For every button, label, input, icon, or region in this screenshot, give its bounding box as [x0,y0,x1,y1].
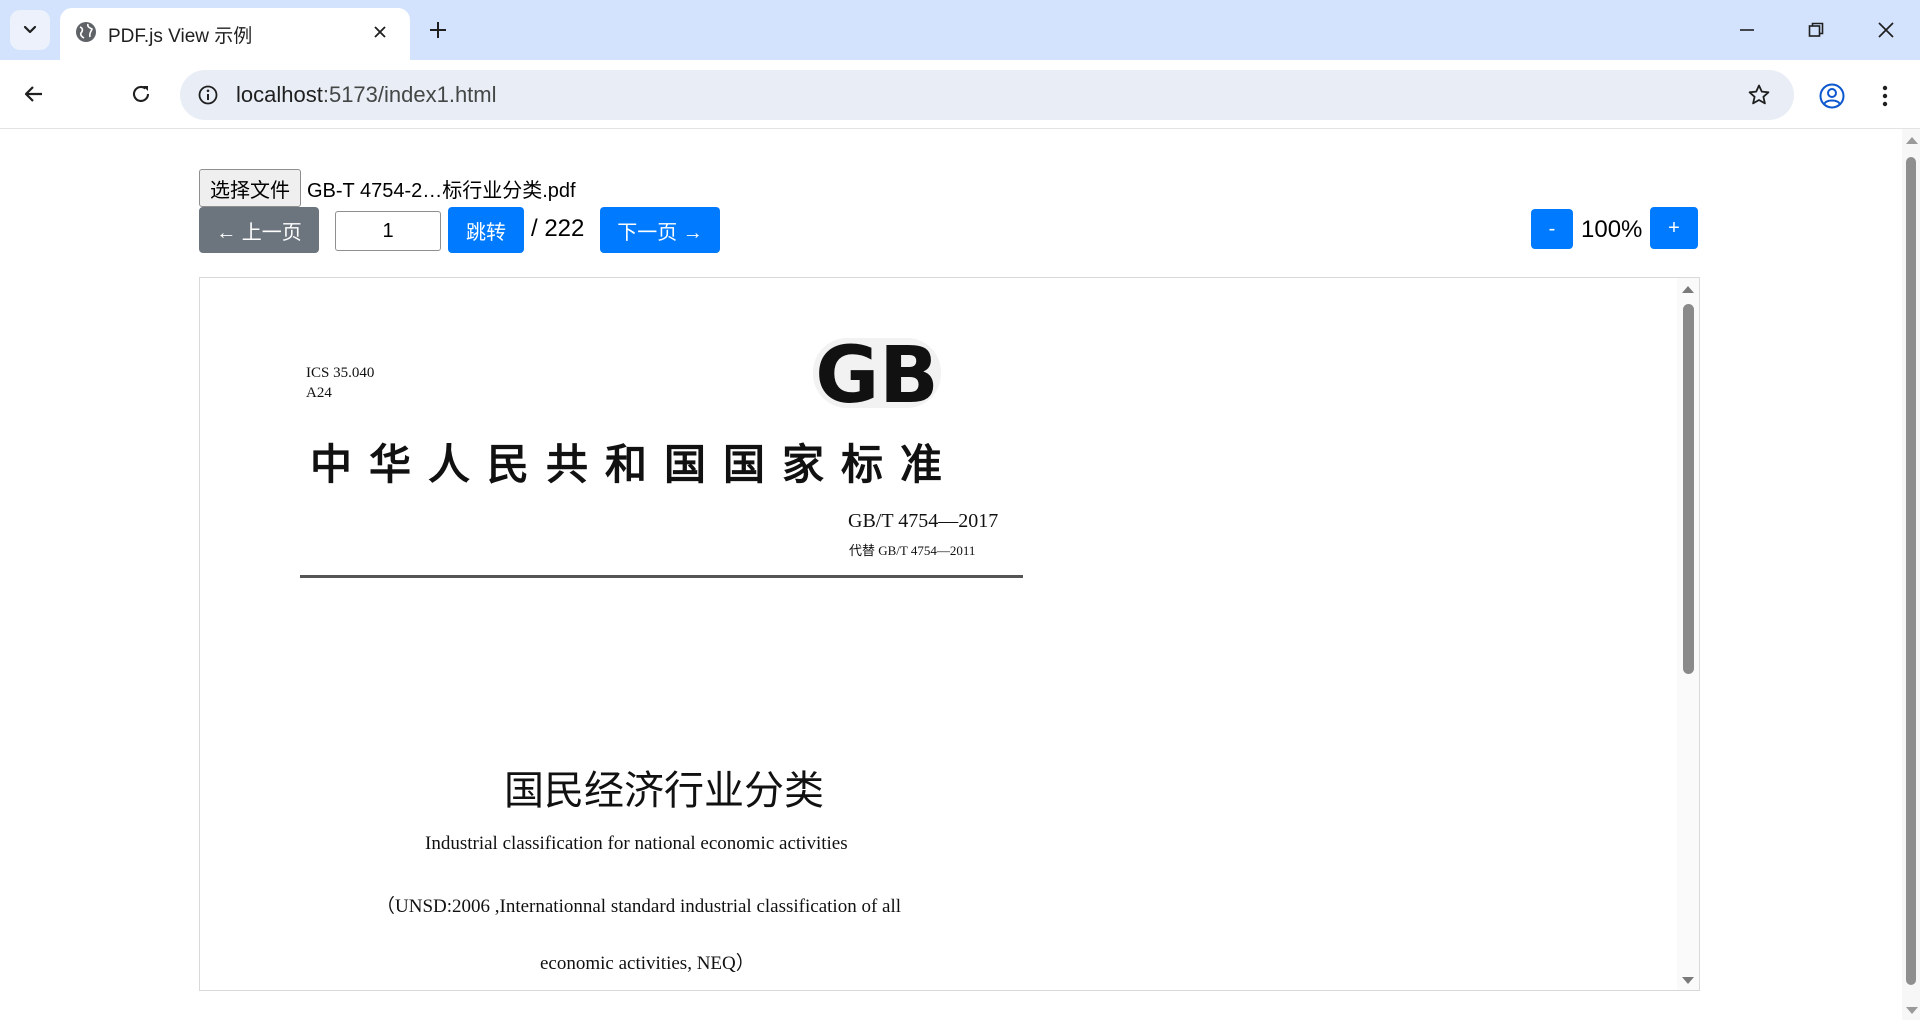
url-text[interactable]: localhost:5173/index1.html [236,82,497,108]
bookmark-button[interactable] [1746,82,1772,108]
site-info-button[interactable] [194,81,222,109]
arrow-left-icon [24,86,42,102]
page-number-input[interactable]: 1 [335,211,441,251]
pdf-scrollbar[interactable] [1677,278,1699,990]
plus-icon [430,22,446,38]
browser-toolbar: localhost:5173/index1.html [0,60,1920,129]
globe-icon [76,22,96,42]
minimize-icon [1740,29,1754,31]
zoom-level: 100% [1581,216,1643,243]
header-rule [300,575,1023,578]
close-icon [1878,22,1894,38]
scrollbar-thumb[interactable] [1683,304,1694,674]
pdf-page: ICS 35.040 A24 GB 中华人民共和国国家标准 GB/T 4754—… [200,278,1670,990]
file-name: GB-T 4754-2…标行业分类.pdf [307,179,576,202]
standard-title: 中华人民共和国国家标准 [310,443,960,489]
scrollbar-thumb[interactable] [1906,157,1916,985]
profile-icon [1819,83,1845,109]
chevron-down-icon [23,25,37,34]
profile-button[interactable] [1814,78,1850,114]
page-total: / 222 [531,215,585,242]
go-to-page-button[interactable]: 跳转 [448,207,524,253]
scroll-down-arrow[interactable] [1682,977,1694,984]
prev-page-button[interactable]: ← 上一页 [199,207,319,253]
document-title-en: Industrial classification for national e… [425,833,848,854]
scroll-down-arrow[interactable] [1906,1007,1918,1014]
url-path: :5173/index1.html [322,82,497,107]
url-host: localhost [236,82,323,107]
scroll-up-arrow[interactable] [1682,286,1694,293]
replaces-standard: 代替 GB/T 4754—2011 [849,543,976,558]
choose-file-button[interactable]: 选择文件 [199,169,301,207]
back-button[interactable] [14,74,54,114]
ics-line: ICS 35.040 [306,365,375,381]
restore-button[interactable] [1796,14,1836,46]
ics-category: A24 [306,385,332,401]
file-picker: 选择文件 GB-T 4754-2…标行业分类.pdf [199,169,576,207]
reference-line: economic activities, NEQ） [540,953,755,974]
star-icon [1748,84,1770,105]
standard-code: GB/T 4754—2017 [848,510,999,532]
page-scrollbar[interactable] [1902,129,1920,1020]
tab-strip: PDF.js View 示例 [0,0,1920,60]
info-icon [198,85,218,105]
reload-button[interactable] [121,74,161,114]
address-bar[interactable]: localhost:5173/index1.html [180,70,1794,120]
minimize-button[interactable] [1727,14,1767,46]
reference-line: （UNSD:2006 ,Internationnal standard indu… [376,896,902,917]
page-viewport: 选择文件 GB-T 4754-2…标行业分类.pdf ← 上一页 1 跳转 / … [0,129,1920,1020]
document-title-cn: 国民经济行业分类 [504,768,824,814]
restore-icon [1808,22,1824,37]
more-vert-icon [1882,85,1888,107]
zoom-out-button[interactable]: - [1531,209,1573,249]
pdf-container[interactable]: ICS 35.040 A24 GB 中华人民共和国国家标准 GB/T 4754—… [199,277,1700,991]
tab-search-button[interactable] [10,10,50,50]
reload-icon [133,85,150,102]
browser-tab[interactable]: PDF.js View 示例 [60,8,410,60]
browser-menu-button[interactable] [1870,78,1900,114]
new-tab-button[interactable] [424,16,452,44]
gb-logo: GB [813,331,941,416]
ics-code: ICS 35.040 A24 [306,363,374,403]
close-icon [374,26,386,38]
next-page-button[interactable]: 下一页 → [600,207,720,253]
zoom-in-button[interactable]: + [1650,207,1698,249]
logo-text: GB [815,331,938,416]
close-window-button[interactable] [1866,14,1906,46]
tab-close-button[interactable] [368,20,392,44]
tab-title: PDF.js View 示例 [108,26,253,47]
viewer-controls: ← 上一页 1 跳转 / 222 下一页 → - 100% + [199,207,1699,257]
scroll-up-arrow[interactable] [1906,137,1918,144]
